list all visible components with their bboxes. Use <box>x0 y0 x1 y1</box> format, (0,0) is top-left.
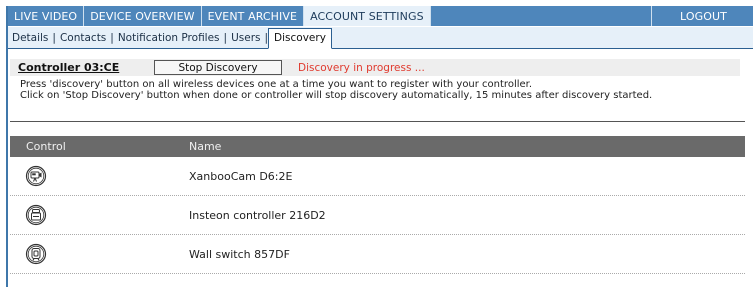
control-cell <box>10 165 189 187</box>
device-name: Wall switch 857DF <box>189 247 290 261</box>
control-cell <box>10 243 189 265</box>
subnav-details[interactable]: Details <box>8 32 52 48</box>
section-divider <box>10 121 745 122</box>
instruction-line: Click on 'Stop Discovery' button when do… <box>20 90 653 101</box>
control-cell <box>10 204 189 226</box>
subnav-notification-profiles[interactable]: Notification Profiles <box>114 32 224 48</box>
tab-device-overview[interactable]: DEVICE OVERVIEW <box>84 6 202 26</box>
column-header-control: Control <box>26 140 66 153</box>
camera-device-icon[interactable] <box>25 165 47 187</box>
subnav-users[interactable]: Users <box>227 32 264 48</box>
device-name: XanbooCam D6:2E <box>189 169 293 183</box>
devices-table-header: Control Name <box>10 136 745 157</box>
device-name: Insteon controller 216D2 <box>189 208 326 222</box>
subnav-discovery[interactable]: Discovery <box>268 28 332 49</box>
subnav-contacts[interactable]: Contacts <box>56 32 110 48</box>
table-row[interactable]: XanbooCam D6:2E <box>10 157 745 196</box>
table-row[interactable]: Wall switch 857DF <box>10 235 745 274</box>
discovery-instructions: Press 'discovery' button on all wireless… <box>20 79 652 101</box>
logout-button[interactable]: LOGOUT <box>651 6 753 26</box>
controller-name[interactable]: Controller 03:CE <box>10 61 154 74</box>
tab-event-archive[interactable]: EVENT ARCHIVE <box>202 6 305 26</box>
tab-live-video[interactable]: LIVE VIDEO <box>8 6 85 26</box>
column-header-name: Name <box>189 140 222 153</box>
discovery-status: Discovery in progress ... <box>298 61 425 74</box>
discovery-bar: Controller 03:CE Stop Discovery Discover… <box>10 59 740 76</box>
top-navigation: LIVE VIDEO DEVICE OVERVIEW EVENT ARCHIVE… <box>8 6 753 26</box>
tab-account-settings[interactable]: ACCOUNT SETTINGS <box>304 6 431 26</box>
switch-device-icon[interactable] <box>25 243 47 265</box>
stop-discovery-button[interactable]: Stop Discovery <box>154 60 282 75</box>
controller-device-icon[interactable] <box>25 204 47 226</box>
instruction-line: Press 'discovery' button on all wireless… <box>20 79 533 90</box>
table-row[interactable]: Insteon controller 216D2 <box>10 196 745 235</box>
settings-subnav: Details | Contacts | Notification Profil… <box>8 27 753 49</box>
